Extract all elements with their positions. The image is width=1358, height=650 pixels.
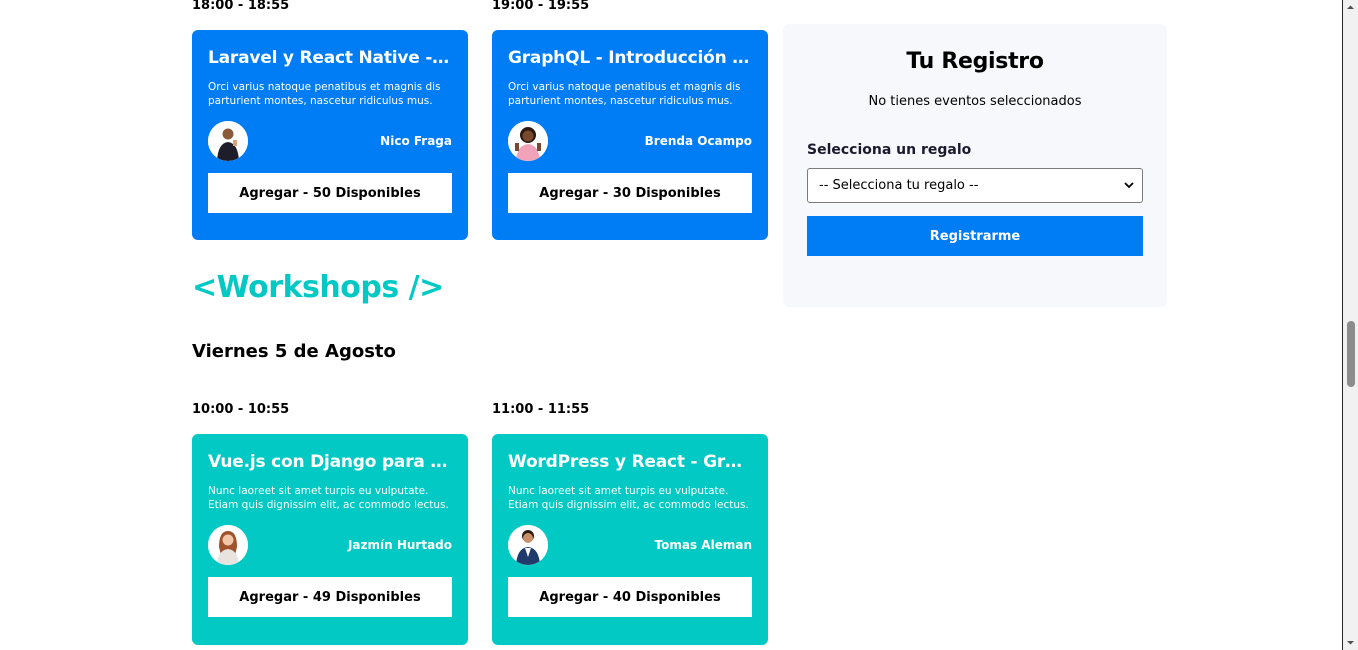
speaker-row: Jazmín Hurtado bbox=[208, 524, 452, 566]
window-edge bbox=[1342, 0, 1343, 650]
speaker-name: Nico Fraga bbox=[380, 134, 452, 148]
event-time: 19:00 - 19:55 bbox=[492, 0, 590, 13]
gift-select-value: -- Selecciona tu regalo -- bbox=[819, 178, 979, 193]
speaker-avatar-icon bbox=[208, 121, 248, 161]
gift-select[interactable]: -- Selecciona tu regalo -- bbox=[807, 168, 1143, 203]
add-event-button[interactable]: Agregar - 40 Disponibles bbox=[508, 577, 752, 617]
registration-title: Tu Registro bbox=[906, 49, 1044, 74]
speaker-avatar-icon bbox=[508, 525, 548, 565]
event-card: Vue.js con Django para principiantes Nun… bbox=[192, 434, 468, 645]
event-description: Nunc laoreet sit amet turpis eu vulputat… bbox=[208, 485, 449, 511]
add-event-button[interactable]: Agregar - 50 Disponibles bbox=[208, 173, 452, 213]
event-time: 11:00 - 11:55 bbox=[492, 402, 590, 417]
event-title: GraphQL - Introducción al lenguaje bbox=[508, 48, 752, 68]
event-title: Laravel y React Native - Fundamentos bbox=[208, 48, 452, 68]
event-title: Vue.js con Django para principiantes bbox=[208, 452, 452, 472]
vertical-scrollbar[interactable] bbox=[1343, 0, 1358, 650]
speaker-name: Brenda Ocampo bbox=[644, 134, 752, 148]
chevron-down-icon bbox=[1124, 179, 1134, 192]
registration-empty-message: No tienes eventos seleccionados bbox=[868, 94, 1082, 109]
add-event-button[interactable]: Agregar - 49 Disponibles bbox=[208, 577, 452, 617]
registration-panel: Tu Registro No tienes eventos selecciona… bbox=[783, 24, 1167, 307]
page: 18:00 - 18:55 Laravel y React Native - F… bbox=[0, 0, 1358, 650]
event-card: WordPress y React - Gran combinación Nun… bbox=[492, 434, 768, 645]
event-title: WordPress y React - Gran combinación bbox=[508, 452, 752, 472]
scroll-thumb[interactable] bbox=[1347, 321, 1355, 387]
event-card: Laravel y React Native - Fundamentos Orc… bbox=[192, 30, 468, 240]
day-title: Viernes 5 de Agosto bbox=[192, 341, 396, 362]
event-time: 10:00 - 10:55 bbox=[192, 402, 290, 417]
speaker-row: Brenda Ocampo bbox=[508, 120, 752, 162]
speaker-avatar-icon bbox=[208, 525, 248, 565]
speaker-row: Nico Fraga bbox=[208, 120, 452, 162]
speaker-row: Tomas Aleman bbox=[508, 524, 752, 566]
speaker-name: Jazmín Hurtado bbox=[347, 538, 452, 552]
event-description: Orci varius natoque penatibus et magnis … bbox=[508, 81, 741, 107]
gift-label: Selecciona un regalo bbox=[807, 142, 972, 158]
register-button[interactable]: Registrarme bbox=[807, 216, 1143, 256]
add-event-button[interactable]: Agregar - 30 Disponibles bbox=[508, 173, 752, 213]
section-title: <Workshops /> bbox=[192, 270, 444, 305]
event-time: 18:00 - 18:55 bbox=[192, 0, 290, 13]
event-card: GraphQL - Introducción al lenguaje Orci … bbox=[492, 30, 768, 240]
event-description: Nunc laoreet sit amet turpis eu vulputat… bbox=[508, 485, 749, 511]
scroll-up-icon[interactable] bbox=[1343, 0, 1358, 15]
scroll-down-icon[interactable] bbox=[1343, 635, 1358, 650]
speaker-avatar-icon bbox=[508, 121, 548, 161]
speaker-name: Tomas Aleman bbox=[654, 538, 752, 552]
event-description: Orci varius natoque penatibus et magnis … bbox=[208, 81, 441, 107]
